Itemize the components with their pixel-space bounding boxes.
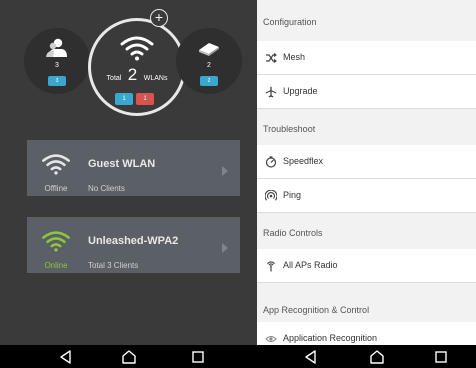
android-nav-bar-right: [257, 345, 476, 368]
menu-item-label: Mesh: [283, 52, 306, 62]
wlan-name: Guest WLAN: [88, 158, 156, 170]
section-configuration: Configuration: [257, 0, 476, 42]
menu-item-label: Application Recognition: [283, 333, 378, 343]
menu-item-upgrade[interactable]: Upgrade: [257, 75, 476, 109]
section-radio-controls: Radio Controls: [257, 213, 476, 250]
menu-item-application-recognition[interactable]: Application Recognition: [257, 322, 476, 345]
wlans-total-label: Total: [106, 75, 122, 82]
home-icon[interactable]: [121, 349, 137, 365]
wifi-icon: [120, 36, 154, 61]
menu-item-label: Upgrade: [283, 86, 318, 96]
eye-icon: [265, 336, 277, 342]
users-icon: [46, 38, 67, 57]
menu-item-mesh[interactable]: Mesh: [257, 41, 476, 75]
aps-stat[interactable]: 2 2: [176, 28, 242, 94]
recents-icon[interactable]: [433, 349, 449, 365]
section-troubleshoot: Troubleshoot: [257, 109, 476, 146]
menu-item-label: Speedflex: [283, 156, 324, 166]
menu-item-all-aps-radio[interactable]: All APs Radio: [257, 249, 476, 283]
speedometer-icon: [265, 156, 277, 168]
root: 3 3 Total 2 WLANs 1 1 + 2 2 Offline Gues…: [0, 0, 476, 368]
users-count: 3: [55, 62, 59, 69]
overview-stats: 3 3 Total 2 WLANs 1 1 + 2 2: [0, 0, 257, 130]
tools-menu-panel: Configuration Mesh Upgrade Troubleshoot: [257, 0, 476, 345]
wlans-badge-red: 1: [136, 93, 154, 105]
ping-icon: [265, 190, 277, 201]
wlan-card-unleashed[interactable]: Online Unleashed-WPA2 Total 3 Clients: [27, 217, 240, 273]
antenna-icon: [267, 261, 275, 272]
menu-item-speedflex[interactable]: Speedflex: [257, 145, 476, 179]
airplane-icon: [265, 86, 277, 98]
menu-item-label: Ping: [283, 190, 302, 200]
dashboard-panel: 3 3 Total 2 WLANs 1 1 + 2 2 Offline Gues…: [0, 0, 257, 368]
wlan-clients: No Clients: [88, 184, 125, 193]
wlans-badge-blue: 1: [115, 93, 133, 105]
wlan-clients: Total 3 Clients: [88, 261, 139, 270]
recents-icon[interactable]: [190, 349, 206, 365]
section-app-recognition: App Recognition & Control: [257, 283, 476, 323]
shuffle-icon: [266, 53, 277, 63]
users-stat[interactable]: 3 3: [24, 28, 90, 94]
section-title: Troubleshoot: [263, 124, 316, 134]
plus-icon: +: [154, 9, 164, 25]
android-nav-bar-left: [0, 345, 257, 368]
users-badge: 3: [48, 76, 66, 86]
wlans-total: Total 2 WLANs: [91, 65, 183, 85]
section-title: Radio Controls: [263, 228, 323, 238]
wlan-card-guest[interactable]: Offline Guest WLAN No Clients: [27, 140, 240, 196]
menu-item-ping[interactable]: Ping: [257, 179, 476, 213]
section-title: Configuration: [263, 17, 317, 27]
wifi-icon: [42, 231, 70, 252]
wlan-status: Offline: [44, 184, 68, 193]
back-icon[interactable]: [303, 349, 319, 365]
aps-badge: 2: [200, 76, 218, 86]
wlans-stat[interactable]: Total 2 WLANs 1 1: [88, 18, 186, 116]
wlan-status: Online: [44, 261, 68, 270]
wlans-total-count: 2: [127, 65, 138, 84]
home-icon[interactable]: [369, 349, 385, 365]
add-wlan-button[interactable]: +: [150, 9, 168, 27]
aps-count: 2: [207, 62, 211, 69]
wlan-name: Unleashed-WPA2: [88, 235, 179, 247]
section-title: App Recognition & Control: [263, 305, 370, 315]
chevron-right-icon: [222, 243, 228, 253]
menu-item-label: All APs Radio: [283, 260, 338, 270]
access-point-icon: [199, 43, 219, 56]
chevron-right-icon: [222, 166, 228, 176]
wlans-unit-label: WLANs: [143, 75, 168, 82]
back-icon[interactable]: [58, 349, 74, 365]
wifi-icon: [42, 154, 70, 175]
